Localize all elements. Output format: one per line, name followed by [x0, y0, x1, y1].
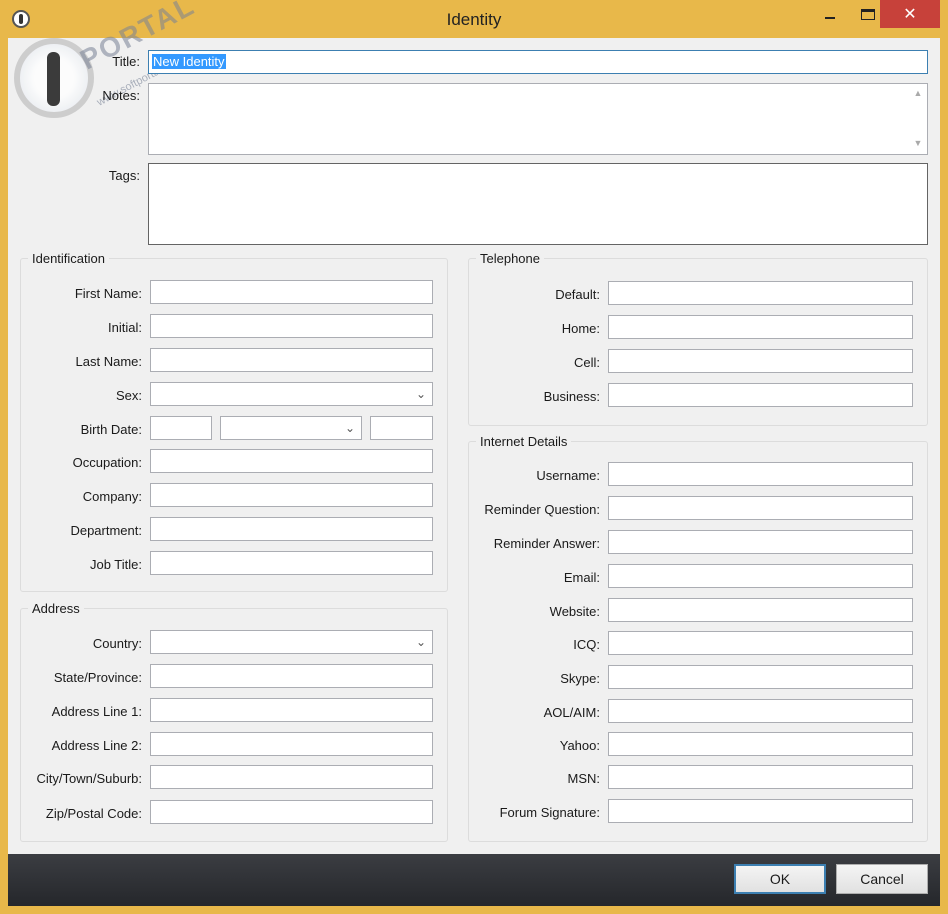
birth-day-input[interactable]: [150, 416, 212, 440]
country-select[interactable]: ⌄: [150, 630, 433, 654]
phone-default-input[interactable]: [608, 281, 913, 305]
reminder-answer-label: Reminder Answer:: [493, 536, 600, 551]
title-input-value: New Identity: [152, 54, 226, 69]
department-input[interactable]: [150, 517, 433, 541]
phone-default-label: Default:: [555, 287, 600, 302]
title-label: Title:: [112, 54, 140, 69]
close-button[interactable]: ✕: [880, 0, 940, 28]
identification-heading: Identification: [28, 251, 109, 266]
reminder-question-input[interactable]: [608, 496, 913, 520]
birth-month-select[interactable]: ⌄: [220, 416, 362, 440]
ok-button[interactable]: OK: [734, 864, 826, 894]
skype-input[interactable]: [608, 665, 913, 689]
job-title-input[interactable]: [150, 551, 433, 575]
birth-year-input[interactable]: [370, 416, 433, 440]
reminder-question-label: Reminder Question:: [484, 502, 600, 517]
first-name-label: First Name:: [74, 286, 142, 301]
email-input[interactable]: [608, 564, 913, 588]
forum-signature-label: Forum Signature:: [499, 805, 600, 820]
reminder-answer-input[interactable]: [608, 530, 913, 554]
maximize-icon: [861, 8, 875, 20]
city-label: City/Town/Suburb:: [36, 771, 143, 786]
tags-label: Tags:: [108, 168, 140, 183]
address-line1-input[interactable]: [150, 698, 433, 722]
phone-home-label: Home:: [561, 321, 600, 336]
aol-label: AOL/AIM:: [543, 705, 600, 720]
icq-input[interactable]: [608, 631, 913, 655]
dialog-body: PORTAL www.softportal.com Title: New Ide…: [8, 0, 940, 854]
notes-textarea[interactable]: ▲ ▼: [148, 83, 928, 155]
occupation-input[interactable]: [150, 449, 433, 473]
birth-date-label: Birth Date:: [80, 422, 142, 437]
sex-select[interactable]: ⌄: [150, 382, 433, 406]
forum-signature-input[interactable]: [608, 799, 913, 823]
yahoo-label: Yahoo:: [559, 738, 600, 753]
zip-input[interactable]: [150, 800, 433, 824]
phone-cell-label: Cell:: [573, 355, 600, 370]
website-label: Website:: [549, 604, 600, 619]
zip-label: Zip/Postal Code:: [45, 806, 142, 821]
website-input[interactable]: [608, 598, 913, 622]
phone-business-input[interactable]: [608, 383, 913, 407]
address-line2-input[interactable]: [150, 732, 433, 756]
notes-label: Notes:: [102, 88, 140, 103]
initial-label: Initial:: [108, 320, 142, 335]
minimize-icon: [825, 17, 835, 19]
address-heading: Address: [28, 601, 84, 616]
email-label: Email:: [563, 570, 600, 585]
scroll-down-icon[interactable]: ▼: [912, 138, 924, 150]
close-icon: ✕: [903, 6, 917, 23]
msn-input[interactable]: [608, 765, 913, 789]
scroll-up-icon[interactable]: ▲: [912, 88, 924, 100]
country-label: Country:: [92, 636, 142, 651]
tags-textarea[interactable]: [148, 163, 928, 245]
skype-label: Skype:: [560, 671, 600, 686]
title-input[interactable]: New Identity: [148, 50, 928, 74]
cancel-button[interactable]: Cancel: [836, 864, 928, 894]
chevron-down-icon: ⌄: [415, 387, 427, 401]
address-line2-label: Address Line 2:: [51, 738, 142, 753]
company-label: Company:: [82, 489, 142, 504]
phone-business-label: Business:: [543, 389, 600, 404]
notes-scrollbar[interactable]: ▲ ▼: [909, 84, 927, 154]
chevron-down-icon: ⌄: [415, 635, 427, 649]
last-name-label: Last Name:: [75, 354, 142, 369]
chevron-down-icon: ⌄: [344, 421, 356, 435]
initial-input[interactable]: [150, 314, 433, 338]
company-input[interactable]: [150, 483, 433, 507]
internet-details-heading: Internet Details: [476, 434, 572, 449]
phone-cell-input[interactable]: [608, 349, 913, 373]
city-input[interactable]: [150, 765, 433, 789]
address-line1-label: Address Line 1:: [51, 704, 142, 719]
username-label: Username:: [536, 468, 600, 483]
yahoo-input[interactable]: [608, 732, 913, 756]
state-label: State/Province:: [53, 670, 142, 685]
job-title-label: Job Title:: [89, 557, 142, 572]
state-input[interactable]: [150, 664, 433, 688]
icq-label: ICQ:: [573, 637, 600, 652]
first-name-input[interactable]: [150, 280, 433, 304]
aol-input[interactable]: [608, 699, 913, 723]
last-name-input[interactable]: [150, 348, 433, 372]
occupation-label: Occupation:: [72, 455, 142, 470]
phone-home-input[interactable]: [608, 315, 913, 339]
msn-label: MSN:: [567, 771, 601, 786]
department-label: Department:: [70, 523, 142, 538]
dialog-footer: OK Cancel: [8, 854, 940, 906]
minimize-button[interactable]: [812, 0, 848, 28]
telephone-heading: Telephone: [476, 251, 544, 266]
sex-label: Sex:: [115, 388, 142, 403]
username-input[interactable]: [608, 462, 913, 486]
